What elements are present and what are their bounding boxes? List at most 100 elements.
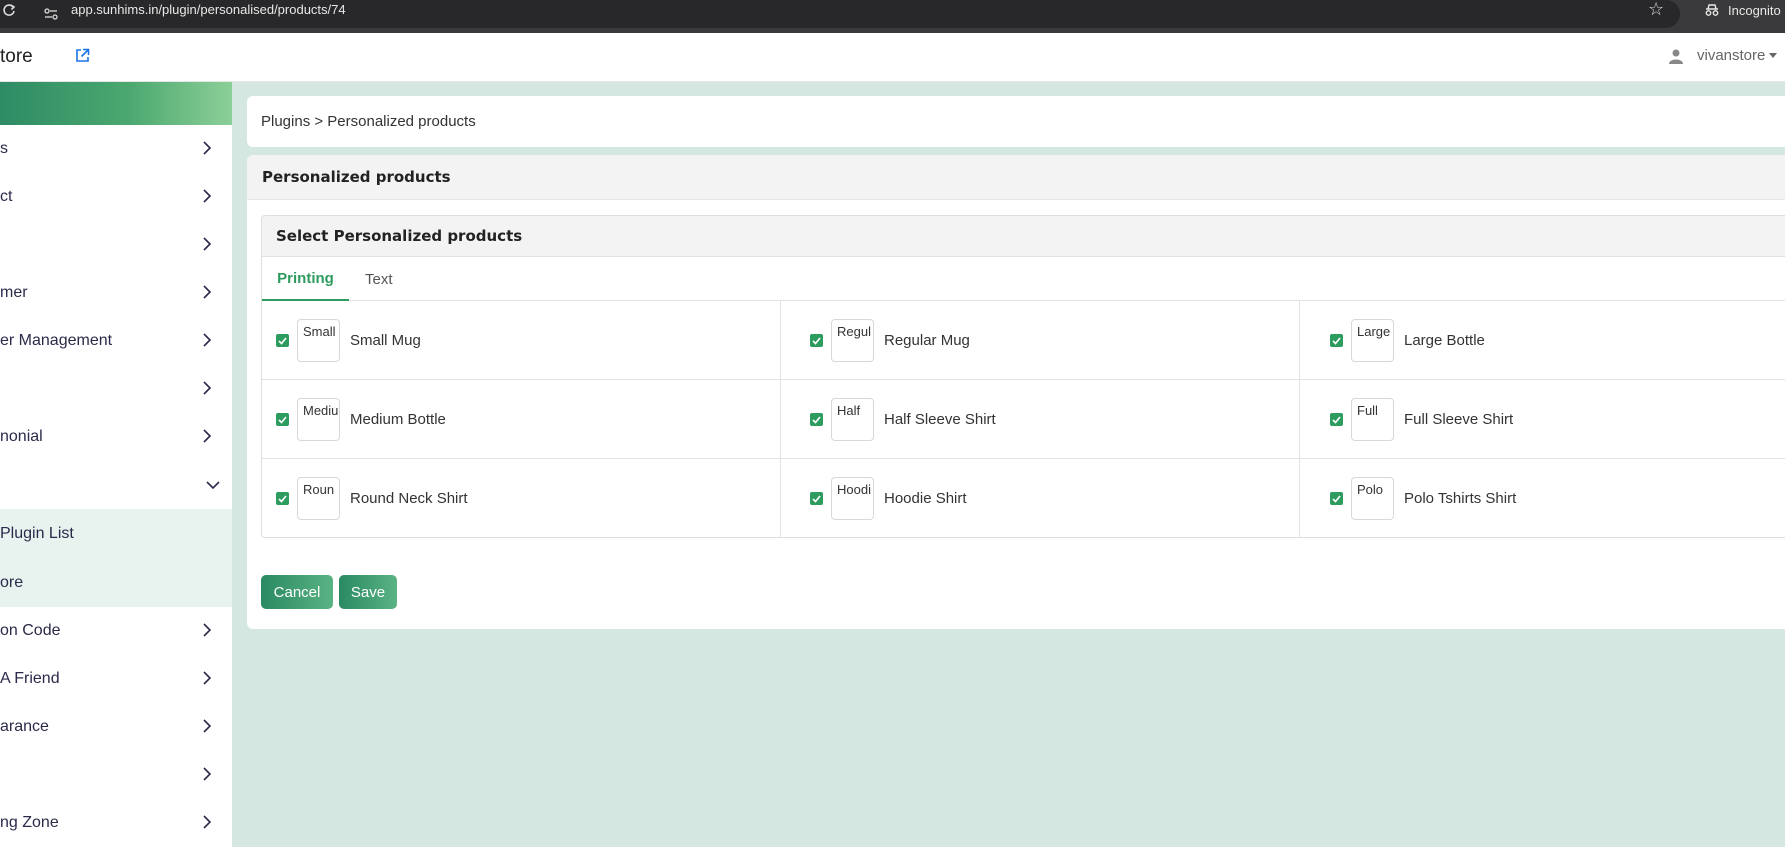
- product-checkbox[interactable]: [1330, 413, 1343, 426]
- product-image: Full: [1351, 398, 1394, 441]
- product-item: Full Full Sleeve Shirt: [1300, 380, 1785, 459]
- product-image: Regul: [831, 319, 874, 362]
- sidebar-subitem-label: Plugin List: [0, 524, 74, 542]
- product-checkbox[interactable]: [276, 334, 289, 347]
- product-tabs: Printing Text: [262, 257, 1785, 301]
- product-row: Roun Round Neck Shirt Hoodi Hoodie Shirt…: [262, 459, 1785, 537]
- sidebar-item-plugins[interactable]: [0, 461, 232, 509]
- sidebar-item[interactable]: on Code: [0, 607, 232, 655]
- chevron-right-icon: [203, 767, 212, 781]
- top-header: tore vivanstore: [0, 33, 1785, 82]
- incognito-label: Incognito: [1728, 2, 1781, 18]
- product-row: Small Small Mug Regul Regular Mug Large …: [262, 301, 1785, 380]
- sidebar-item-label: on Code: [0, 622, 61, 639]
- sidebar-item[interactable]: s: [0, 125, 232, 173]
- product-name: Regular Mug: [884, 332, 970, 349]
- url-text[interactable]: app.sunhims.in/plugin/personalised/produ…: [71, 1, 346, 19]
- breadcrumb-text[interactable]: Plugins > Personalized products: [261, 113, 476, 130]
- sidebar-item-label: mer: [0, 284, 28, 301]
- product-item: Hoodi Hoodie Shirt: [781, 459, 1300, 537]
- check-icon: [812, 415, 821, 424]
- tab-printing[interactable]: Printing: [262, 257, 349, 301]
- sidebar-item-label: ng Zone: [0, 814, 59, 831]
- sidebar-item-label: s: [0, 140, 8, 157]
- product-name: Small Mug: [350, 332, 421, 349]
- sidebar-item[interactable]: [0, 221, 232, 269]
- bookmark-star-icon[interactable]: ☆: [1648, 0, 1664, 20]
- check-icon: [812, 336, 821, 345]
- select-products-panel: Select Personalized products Printing Te…: [261, 215, 1785, 538]
- check-icon: [1332, 494, 1341, 503]
- product-checkbox[interactable]: [276, 413, 289, 426]
- sidebar-item[interactable]: ct: [0, 173, 232, 221]
- chevron-right-icon: [203, 189, 212, 203]
- sidebar-item[interactable]: mer: [0, 269, 232, 317]
- product-checkbox[interactable]: [810, 492, 823, 505]
- product-checkbox[interactable]: [810, 413, 823, 426]
- sidebar-item[interactable]: ng Zone: [0, 799, 232, 847]
- incognito-indicator[interactable]: Incognito: [1704, 0, 1781, 20]
- sidebar-subitem-plugin-list[interactable]: Plugin List: [0, 509, 232, 558]
- chevron-right-icon: [203, 719, 212, 733]
- sidebar-item[interactable]: [0, 751, 232, 799]
- chevron-down-icon: [206, 481, 220, 490]
- sidebar-item-label: er Management: [0, 332, 113, 349]
- user-menu[interactable]: vivanstore: [1668, 47, 1778, 64]
- store-name[interactable]: tore: [0, 46, 33, 68]
- product-item: Polo Polo Tshirts Shirt: [1300, 459, 1785, 537]
- sidebar-item[interactable]: er Management: [0, 317, 232, 365]
- product-name: Medium Bottle: [350, 411, 446, 428]
- product-name: Full Sleeve Shirt: [1404, 411, 1514, 428]
- product-checkbox[interactable]: [810, 334, 823, 347]
- breadcrumb: Plugins > Personalized products: [247, 96, 1785, 147]
- reload-icon[interactable]: [2, 3, 16, 21]
- product-name: Polo Tshirts Shirt: [1404, 490, 1517, 507]
- personalized-products-card: Personalized products Select Personalize…: [247, 155, 1785, 629]
- check-icon: [278, 415, 287, 424]
- sidebar-item-label: ct: [0, 188, 13, 205]
- product-row: Mediu Medium Bottle Half Half Sleeve Shi…: [262, 380, 1785, 459]
- address-bar[interactable]: app.sunhims.in/plugin/personalised/produ…: [0, 0, 1680, 28]
- save-button[interactable]: Save: [339, 575, 397, 609]
- chevron-right-icon: [203, 285, 212, 299]
- sidebar-item[interactable]: arance: [0, 703, 232, 751]
- chevron-right-icon: [203, 333, 212, 347]
- product-item: Mediu Medium Bottle: [262, 380, 781, 459]
- product-checkbox[interactable]: [1330, 492, 1343, 505]
- site-info-icon[interactable]: [44, 5, 58, 20]
- incognito-icon: [1705, 4, 1719, 16]
- user-name: vivanstore: [1697, 47, 1766, 64]
- chevron-right-icon: [203, 815, 212, 829]
- product-checkbox[interactable]: [276, 492, 289, 505]
- product-item: Regul Regular Mug: [781, 301, 1300, 380]
- sidebar-item-label: nonial: [0, 428, 43, 445]
- check-icon: [812, 494, 821, 503]
- product-image: Polo: [1351, 477, 1394, 520]
- check-icon: [1332, 415, 1341, 424]
- sidebar-item[interactable]: [0, 365, 232, 413]
- product-name: Round Neck Shirt: [350, 490, 468, 507]
- sidebar-item[interactable]: nonial: [0, 413, 232, 461]
- chevron-right-icon: [203, 381, 212, 395]
- product-item: Roun Round Neck Shirt: [262, 459, 781, 537]
- form-actions: Cancel Save: [261, 575, 397, 609]
- card-title: Personalized products: [247, 155, 1785, 200]
- external-link-icon[interactable]: [75, 48, 90, 67]
- sidebar-item-label: arance: [0, 718, 49, 735]
- product-image: Hoodi: [831, 477, 874, 520]
- caret-down-icon: [1769, 53, 1778, 58]
- product-checkbox[interactable]: [1330, 334, 1343, 347]
- product-image: Mediu: [297, 398, 340, 441]
- product-name: Half Sleeve Shirt: [884, 411, 996, 428]
- sidebar-item[interactable]: A Friend: [0, 655, 232, 703]
- product-item: Large Large Bottle: [1300, 301, 1785, 380]
- product-item: Small Small Mug: [262, 301, 781, 380]
- product-name: Large Bottle: [1404, 332, 1485, 349]
- chevron-right-icon: [203, 141, 212, 155]
- product-image: Large: [1351, 319, 1394, 362]
- sidebar-subitem-store[interactable]: ore: [0, 558, 232, 607]
- product-name: Hoodie Shirt: [884, 490, 967, 507]
- product-grid: Small Small Mug Regul Regular Mug Large …: [262, 301, 1785, 537]
- tab-text[interactable]: Text: [365, 257, 393, 301]
- cancel-button[interactable]: Cancel: [261, 575, 333, 609]
